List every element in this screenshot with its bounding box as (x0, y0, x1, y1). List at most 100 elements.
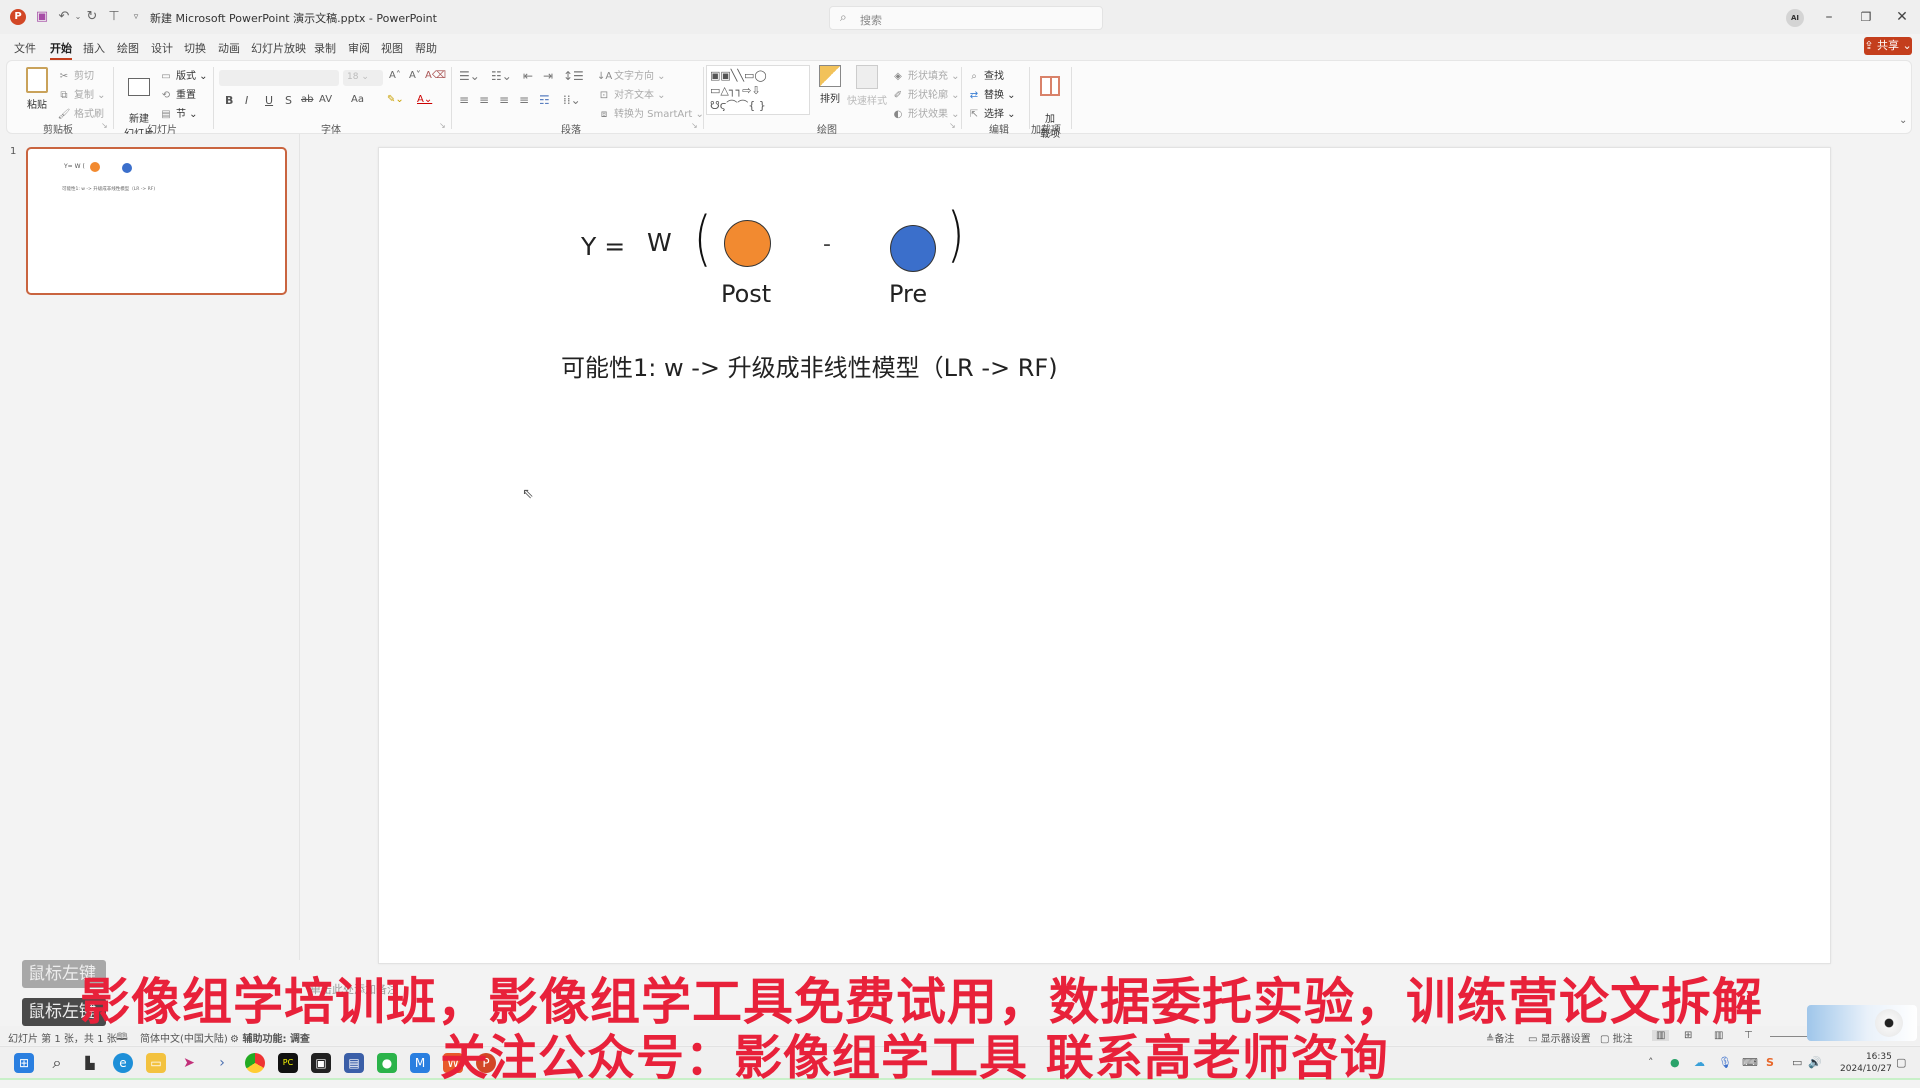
tab-home[interactable]: 开始 (50, 40, 72, 60)
font-size-select[interactable]: 18 ⌄ (343, 70, 383, 86)
tab-design[interactable]: 设计 (151, 40, 173, 56)
task-view-icon[interactable]: ▙ (80, 1053, 100, 1073)
microphone-icon[interactable]: 🎙 (1718, 1056, 1732, 1069)
highlight-color-icon[interactable]: ✎⌄ (387, 94, 404, 105)
section-button[interactable]: ▤ 节 ⌄ (159, 105, 197, 120)
align-left-icon[interactable]: ≡ (459, 93, 469, 107)
underline-button[interactable]: U (265, 94, 273, 107)
italic-button[interactable]: I (245, 94, 248, 107)
drawing-launcher-icon[interactable]: ↘ (949, 121, 956, 130)
tab-review[interactable]: 审阅 (348, 40, 370, 56)
slide-thumbnail[interactable]: Y= W ( 可能性1: w -> 升级成非线性模型（LR -> RF) (26, 147, 287, 295)
decrease-font-icon[interactable]: A˅ (409, 70, 421, 81)
paragraph-launcher-icon[interactable]: ↘ (691, 121, 698, 130)
align-center-icon[interactable]: ≡ (479, 93, 489, 107)
tray-cloud-icon[interactable]: ☁ (1694, 1056, 1705, 1069)
line-spacing-icon[interactable]: ↕☰ (563, 69, 584, 83)
tray-overflow-icon[interactable]: ˄ (1648, 1056, 1654, 1069)
sogou-ime-icon[interactable]: S (1766, 1056, 1774, 1069)
clear-formatting-icon[interactable]: A⌫ (425, 70, 446, 81)
remote-desktop-icon[interactable]: ▤ (344, 1053, 364, 1073)
pre-circle[interactable] (890, 225, 936, 272)
copilot-ai-icon[interactable]: AI (1786, 9, 1804, 27)
possibility-text[interactable]: 可能性1: w -> 升级成非线性模型（LR -> RF) (561, 348, 1058, 383)
quick-styles-button[interactable]: 快速样式 (847, 65, 887, 107)
clock[interactable]: 16:35 2024/10/27 (1840, 1051, 1892, 1075)
post-circle[interactable] (724, 220, 771, 267)
zoom-slider[interactable] (1770, 1036, 1810, 1037)
video-app-icon[interactable]: ▣ (311, 1053, 331, 1073)
tab-help[interactable]: 帮助 (415, 40, 437, 56)
font-name-select[interactable] (219, 70, 339, 86)
tab-view[interactable]: 视图 (381, 40, 403, 56)
volume-icon[interactable]: 🔊 (1808, 1056, 1822, 1069)
equation-close-paren[interactable]: ) (947, 200, 965, 270)
redo-icon[interactable]: ↻ (84, 9, 100, 25)
decrease-indent-icon[interactable]: ⇤ (523, 69, 533, 83)
edge-icon[interactable]: e (113, 1053, 133, 1073)
distributed-icon[interactable]: ☶ (539, 93, 550, 107)
copy-button[interactable]: ⧉ 复制 ⌄ (57, 86, 105, 101)
terminal-icon[interactable]: › (212, 1053, 232, 1073)
save-icon[interactable]: ▣ (34, 9, 50, 25)
shapes-gallery[interactable]: ▣▣╲╲▭◯ ▭△┐┐⇨⇩ ☋ϛ⌒⌒{ } (706, 65, 810, 115)
network-icon[interactable]: ▭ (1792, 1056, 1802, 1069)
minimize-button[interactable]: – (1814, 6, 1844, 28)
shape-fill-button[interactable]: ◈ 形状填充 ⌄ (891, 67, 959, 82)
equation-w[interactable]: W (647, 228, 672, 257)
arrange-button[interactable]: 排列 (815, 65, 845, 105)
find-button[interactable]: ⌕ 查找 (967, 67, 1004, 82)
tab-record[interactable]: 录制 (314, 40, 336, 56)
layout-button[interactable]: ▭ 版式 ⌄ (159, 67, 207, 82)
slide-canvas[interactable]: Y = W ( - ) Post Pre 可能性1: w -> 升级成非线性模型… (378, 147, 1831, 964)
tab-file[interactable]: 文件 (14, 40, 36, 56)
replace-button[interactable]: ⇄ 替换 ⌄ (967, 86, 1016, 101)
customize-qat-icon[interactable]: ▿ (128, 9, 144, 25)
post-label[interactable]: Post (721, 280, 771, 308)
char-spacing-button[interactable]: AV (319, 94, 332, 105)
columns-icon[interactable]: ⁞⁞⌄ (563, 93, 581, 107)
clipboard-launcher-icon[interactable]: ↘ (101, 121, 108, 130)
numbering-icon[interactable]: ☷⌄ (491, 69, 512, 83)
change-case-button[interactable]: Aa (351, 94, 364, 105)
reset-button[interactable]: ⟲ 重置 (159, 86, 196, 101)
tab-transitions[interactable]: 切换 (184, 40, 206, 56)
search-icon[interactable]: ⌕ (47, 1053, 67, 1073)
increase-font-icon[interactable]: A˄ (389, 70, 401, 81)
smartart-button[interactable]: ⧈ 转换为 SmartArt ⌄ (597, 105, 704, 120)
shape-effects-button[interactable]: ◐ 形状效果 ⌄ (891, 105, 960, 120)
bold-button[interactable]: B (225, 94, 233, 107)
paste-button[interactable]: 粘贴 (19, 67, 55, 111)
strikethrough-button[interactable]: ab (301, 94, 313, 105)
keyboard-icon[interactable]: ⌨ (1742, 1056, 1758, 1069)
increase-indent-icon[interactable]: ⇥ (543, 69, 553, 83)
tab-animations[interactable]: 动画 (218, 40, 240, 56)
feishu-icon[interactable]: ➤ (179, 1053, 199, 1073)
search-input[interactable]: ⌕ 搜索 (829, 6, 1103, 30)
justify-icon[interactable]: ≡ (519, 93, 529, 107)
equation-open-paren[interactable]: ( (694, 204, 712, 274)
tencent-meeting-icon[interactable]: M (410, 1053, 430, 1073)
equation-minus[interactable]: - (823, 232, 831, 257)
equation-y-equals[interactable]: Y = (581, 232, 625, 261)
file-explorer-icon[interactable]: ▭ (146, 1053, 166, 1073)
cut-button[interactable]: ✂ 剪切 (57, 67, 94, 82)
align-right-icon[interactable]: ≡ (499, 93, 509, 107)
pre-label[interactable]: Pre (889, 280, 927, 308)
tab-draw[interactable]: 绘图 (117, 40, 139, 56)
select-button[interactable]: ⇱ 选择 ⌄ (967, 105, 1016, 120)
font-launcher-icon[interactable]: ↘ (439, 121, 446, 130)
format-painter-button[interactable]: 🖌 格式刷 (57, 105, 104, 120)
tab-slideshow[interactable]: 幻灯片放映 (251, 40, 306, 56)
font-color-icon[interactable]: A⌄ (417, 94, 432, 105)
start-icon[interactable]: ⊞ (14, 1053, 34, 1073)
share-button[interactable]: ⇪ 共享 ⌄ (1864, 37, 1912, 55)
collapse-ribbon-icon[interactable]: ⌄ (1899, 115, 1907, 126)
close-button[interactable]: ✕ (1887, 6, 1917, 28)
restore-button[interactable]: ❐ (1851, 6, 1881, 28)
notification-icon[interactable]: ▢ (1896, 1056, 1906, 1069)
pycharm-icon[interactable]: PC (278, 1053, 298, 1073)
present-from-start-icon[interactable]: ⊤ (106, 9, 122, 25)
chrome-icon[interactable] (245, 1053, 265, 1073)
shape-outline-button[interactable]: ✐ 形状轮廓 ⌄ (891, 86, 960, 101)
